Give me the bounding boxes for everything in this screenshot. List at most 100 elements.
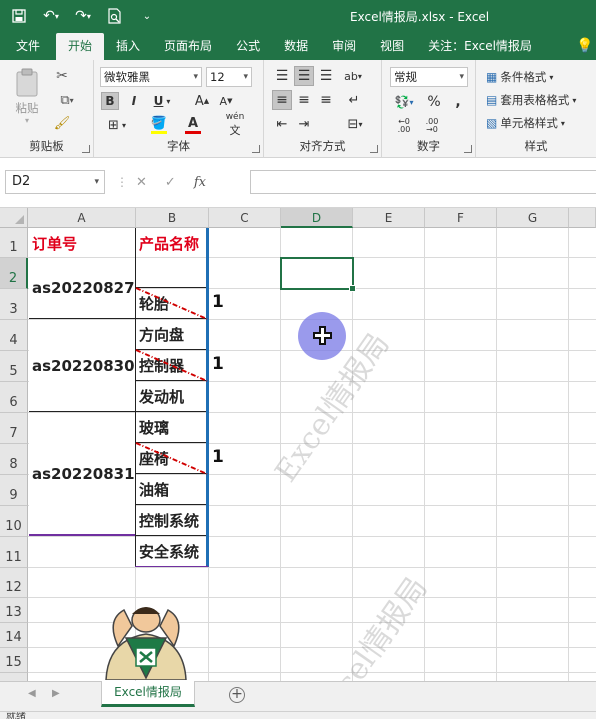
font-group-label: 字体 (167, 139, 190, 153)
tab-view[interactable]: 视图 (368, 33, 416, 60)
cell-c5[interactable]: 1 (212, 354, 224, 374)
fill-color-icon[interactable]: 🪣 (144, 114, 174, 136)
cut-icon[interactable]: ✂ (52, 66, 72, 86)
chevron-down-icon: ▾ (459, 72, 464, 82)
table-style-icon: ▤ (486, 93, 498, 107)
number-format-combo[interactable]: 常规 ▾ (390, 67, 468, 87)
tab-insert[interactable]: 插入 (104, 33, 152, 60)
percent-button[interactable]: % (424, 92, 444, 112)
enter-icon[interactable]: ✓ (165, 175, 176, 190)
dashed-marker-line (135, 442, 208, 475)
number-launcher-icon[interactable] (464, 145, 472, 153)
wrap-text-icon[interactable]: ↵ (344, 90, 364, 110)
lightbulb-icon[interactable]: 💡 (574, 33, 596, 60)
font-name-value: 微软雅黑 (104, 70, 150, 84)
decrease-indent-icon[interactable]: ⇤ (272, 114, 292, 134)
font-color-letter: A (187, 115, 199, 131)
decrease-decimal-icon[interactable]: .00 →0 (420, 116, 444, 136)
merge-center-icon[interactable]: ⊟ ▾ (340, 114, 370, 134)
shrink-font-button[interactable]: A ▼ (216, 92, 236, 110)
grow-font-button[interactable]: A ▲ (192, 92, 212, 110)
increase-decimal-icon[interactable]: ←0.00 (392, 116, 416, 136)
tab-file[interactable]: 文件 (0, 33, 56, 60)
tab-data[interactable]: 数据 (272, 33, 320, 60)
cancel-icon[interactable]: ✕ (136, 175, 147, 190)
tab-review[interactable]: 审阅 (320, 33, 368, 60)
alignment-launcher-icon[interactable] (370, 145, 378, 153)
chevron-down-icon: ▾ (243, 72, 248, 82)
borders-icon[interactable]: ⊞ ▾ (102, 116, 132, 134)
accounting-format-icon[interactable]: 💱 ▾ (390, 92, 418, 112)
save-icon[interactable] (8, 6, 30, 26)
format-painter-icon[interactable]: 🖌 (52, 113, 72, 133)
align-left-icon[interactable]: ≡ (272, 90, 292, 110)
chevron-down-icon: ▾ (94, 177, 99, 187)
formula-input[interactable] (250, 170, 596, 194)
font-group: 微软雅黑 ▾ 12 ▾ B I U ▾ A ▲ A ▼ ⊞ ▾ 🪣 A wén 文 字体 (94, 60, 264, 158)
align-top-icon[interactable]: ☰ (272, 66, 292, 86)
add-sheet-icon[interactable]: + (229, 687, 245, 703)
quick-access-toolbar: ↶ ▾ ↷ ▾ ⌄ (8, 6, 158, 26)
formula-bar-divider: ⋮ (116, 175, 128, 189)
format-as-table-label: 套用表格格式 (500, 93, 570, 107)
underline-button[interactable]: U ▾ (148, 92, 176, 110)
tab-follow[interactable]: 关注：Excel情报局 (416, 33, 544, 60)
ribbon: 粘贴 ▾ ✂ ⧉ ▾ 🖌 剪贴板 微软雅黑 ▾ 12 ▾ B I U ▾ A ▲ A ▼ ⊞… (0, 60, 596, 158)
tab-formulas[interactable]: 公式 (224, 33, 272, 60)
increase-indent-icon[interactable]: ⇥ (294, 114, 314, 134)
redo-icon[interactable]: ↷ ▾ (72, 6, 94, 26)
undo-icon[interactable]: ↶ ▾ (40, 6, 62, 26)
customize-qat-icon[interactable]: ⌄ (136, 6, 158, 26)
scroll-right-icon[interactable]: ▶ (52, 688, 60, 699)
align-center-icon[interactable]: ≡ (294, 90, 314, 110)
cell-style-icon: ▧ (486, 116, 498, 130)
active-cell-d2[interactable] (280, 257, 356, 292)
formula-icons: ✕ ✓ fx (136, 170, 206, 194)
align-middle-icon[interactable]: ☰ (294, 66, 314, 86)
phonetic-label: wén (225, 112, 245, 122)
paste-button[interactable]: 粘贴 ▾ (8, 66, 46, 126)
number-group-label: 数字 (417, 139, 440, 153)
shrink-font-label: A (219, 94, 228, 108)
print-preview-icon[interactable] (104, 6, 126, 26)
font-color-button[interactable]: A (178, 114, 208, 136)
tab-home[interactable]: 开始 (56, 33, 105, 60)
cell-styles-label: 单元格样式 (500, 116, 558, 130)
bold-button[interactable]: B (101, 92, 119, 110)
phonetic-button[interactable]: wén 文 (220, 112, 250, 137)
font-launcher-icon[interactable] (252, 145, 260, 153)
sheet-tab-active[interactable]: Excel情报局 (101, 681, 195, 707)
cell-styles-button[interactable]: ▧ 单元格样式 ▾ (486, 114, 565, 132)
chevron-down-icon: ▾ (193, 72, 198, 82)
grow-font-label: A (194, 93, 204, 109)
scroll-left-icon[interactable]: ◀ (28, 688, 36, 699)
underline-label: U (153, 94, 164, 108)
font-size-value: 12 (210, 70, 225, 84)
name-box[interactable]: D2 ▾ (5, 170, 105, 194)
title-bar: ↶ ▾ ↷ ▾ ⌄ Excel情报局.xlsx - Excel (0, 0, 596, 33)
format-as-table-button[interactable]: ▤ 套用表格格式 ▾ (486, 91, 576, 109)
sheet-tab-bar: ◀ ▶ Excel情报局 + (0, 681, 596, 711)
font-name-combo[interactable]: 微软雅黑 ▾ (100, 67, 202, 87)
align-bottom-icon[interactable]: ☰ (316, 66, 336, 86)
italic-button[interactable]: I (125, 92, 143, 110)
clipboard-launcher-icon[interactable] (82, 145, 90, 153)
align-right-icon[interactable]: ≡ (316, 90, 336, 110)
insert-function-icon[interactable]: fx (194, 175, 206, 190)
orientation-icon[interactable]: ab ▾ (340, 66, 366, 86)
worksheet-grid[interactable]: A B C D E F G 1 2 3 4 5 6 7 8 9 10 11 12… (0, 208, 596, 681)
cell-c3[interactable]: 1 (212, 292, 224, 312)
number-format-value: 常规 (394, 70, 417, 84)
tab-page-layout[interactable]: 页面布局 (152, 33, 224, 60)
status-text: 就绪 (6, 711, 26, 719)
cell-c8[interactable]: 1 (212, 447, 224, 467)
clipboard-group: 粘贴 ▾ ✂ ⧉ ▾ 🖌 剪贴板 (0, 60, 94, 158)
copy-icon[interactable]: ⧉ ▾ (52, 90, 82, 110)
alignment-group: ☰ ☰ ☰ ab ▾ ≡ ≡ ≡ ↵ ⇤ ⇥ ⊟ ▾ 对齐方式 (264, 60, 382, 158)
comma-style-icon[interactable]: , (448, 92, 468, 112)
excel-mascot-logo (105, 607, 187, 680)
conditional-format-button[interactable]: ▦ 条件格式 ▾ (486, 68, 553, 86)
styles-group: ▦ 条件格式 ▾ ▤ 套用表格格式 ▾ ▧ 单元格样式 ▾ 样式 (476, 60, 596, 158)
styles-group-label: 样式 (524, 139, 548, 153)
font-size-combo[interactable]: 12 ▾ (206, 67, 252, 87)
